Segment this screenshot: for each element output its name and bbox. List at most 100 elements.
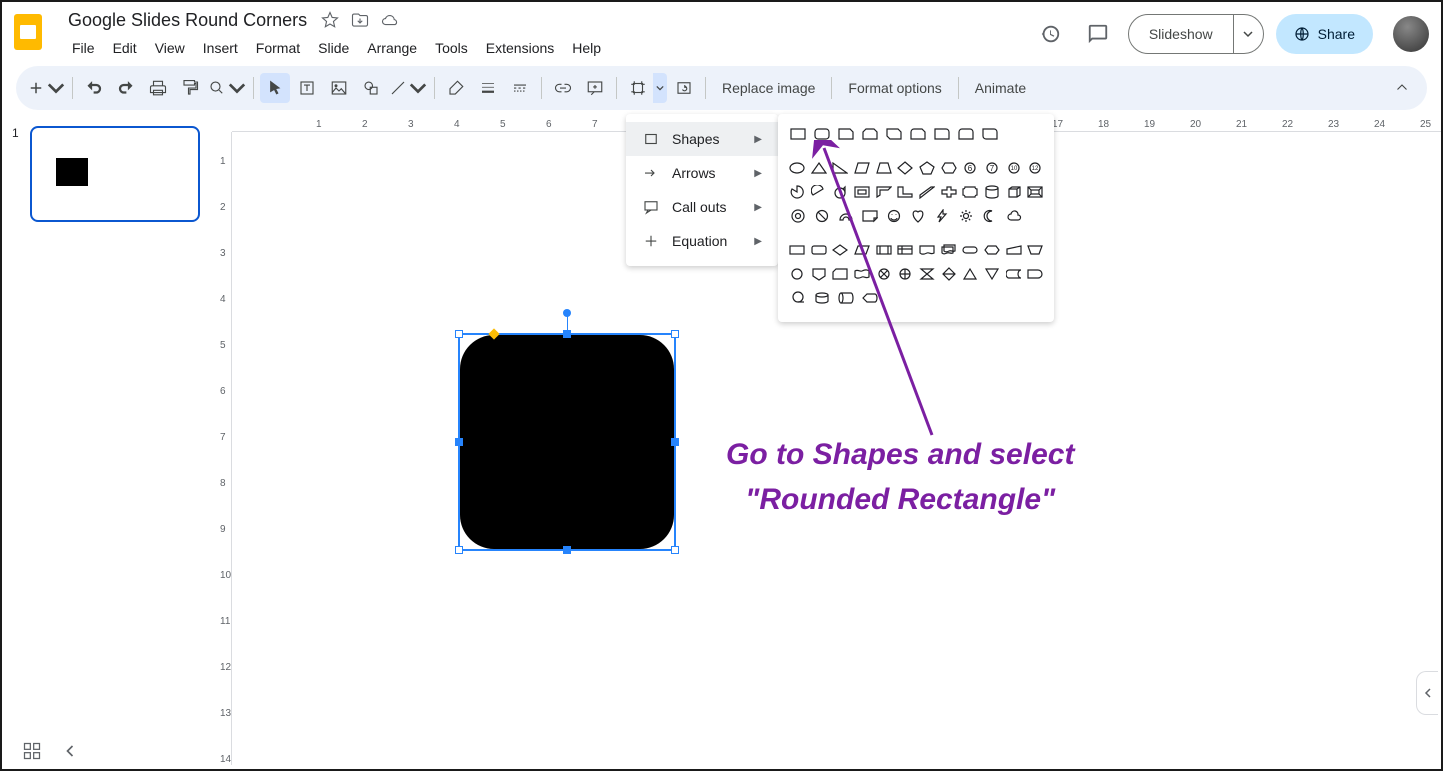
slideshow-button[interactable]: Slideshow <box>1129 15 1233 53</box>
shape-pie[interactable] <box>788 182 806 202</box>
shape-block-arc[interactable] <box>836 206 856 226</box>
animate-button[interactable]: Animate <box>965 80 1036 96</box>
shape-folded-corner[interactable] <box>860 206 880 226</box>
shape-flowchart-data[interactable] <box>853 240 871 260</box>
replace-image-button[interactable]: Replace image <box>712 80 825 96</box>
shape-flowchart-alt-process[interactable] <box>810 240 828 260</box>
resize-handle-mr[interactable] <box>671 438 679 446</box>
document-title[interactable]: Google Slides Round Corners <box>64 8 311 33</box>
history-icon[interactable] <box>1032 16 1068 52</box>
corner-adjust-handle[interactable] <box>488 328 499 339</box>
shape-round-diag[interactable] <box>980 124 1000 144</box>
shape-flowchart-terminator[interactable] <box>961 240 979 260</box>
mask-menu-equation[interactable]: Equation ▶ <box>626 224 778 258</box>
shape-flowchart-display[interactable] <box>860 288 880 308</box>
shape-rectangle[interactable] <box>788 124 808 144</box>
grid-view-icon[interactable] <box>22 741 42 761</box>
shape-flowchart-tape[interactable] <box>853 264 871 284</box>
shape-flowchart-collate[interactable] <box>918 264 936 284</box>
comment-icon[interactable] <box>1080 16 1116 52</box>
reset-image-button[interactable] <box>669 73 699 103</box>
shape-frame[interactable] <box>853 182 871 202</box>
border-dash-button[interactable] <box>505 73 535 103</box>
share-button[interactable]: Share <box>1276 14 1373 54</box>
shape-snip-round[interactable] <box>908 124 928 144</box>
shape-donut[interactable] <box>788 206 808 226</box>
menu-view[interactable]: View <box>147 36 193 60</box>
format-options-button[interactable]: Format options <box>838 80 951 96</box>
border-weight-button[interactable] <box>473 73 503 103</box>
shape-flowchart-magnetic-disk[interactable] <box>812 288 832 308</box>
shape-flowchart-delay[interactable] <box>1026 264 1044 284</box>
menu-slide[interactable]: Slide <box>310 36 357 60</box>
shape-flowchart-document[interactable] <box>918 240 936 260</box>
shape-flowchart-connector[interactable] <box>788 264 806 284</box>
menu-format[interactable]: Format <box>248 36 308 60</box>
shape-flowchart-process[interactable] <box>788 240 806 260</box>
cloud-saved-icon[interactable] <box>381 11 399 29</box>
shape-flowchart-internal[interactable] <box>896 240 914 260</box>
resize-handle-ml[interactable] <box>455 438 463 446</box>
shape-heart[interactable] <box>908 206 928 226</box>
mask-menu-callouts[interactable]: Call outs ▶ <box>626 190 778 224</box>
shape-flowchart-extract[interactable] <box>961 264 979 284</box>
shape-flowchart-card[interactable] <box>831 264 849 284</box>
shape-bevel[interactable] <box>1026 182 1044 202</box>
resize-handle-bl[interactable] <box>455 546 463 554</box>
shape-plaque[interactable] <box>961 182 979 202</box>
shape-flowchart-manual-op[interactable] <box>1026 240 1044 260</box>
new-slide-button[interactable] <box>26 73 66 103</box>
shape-flowchart-preparation[interactable] <box>983 240 1001 260</box>
shape-hexagon[interactable] <box>940 158 958 178</box>
shape-flowchart-manual-input[interactable] <box>1005 240 1023 260</box>
shape-cube[interactable] <box>1005 182 1023 202</box>
shape-chord[interactable] <box>810 182 828 202</box>
link-button[interactable] <box>548 73 578 103</box>
shape-diag-stripe[interactable] <box>918 182 936 202</box>
shape-tool[interactable] <box>356 73 386 103</box>
star-icon[interactable] <box>321 11 339 29</box>
resize-handle-bm[interactable] <box>563 546 571 554</box>
textbox-tool[interactable] <box>292 73 322 103</box>
shape-lightning[interactable] <box>932 206 952 226</box>
menu-file[interactable]: File <box>64 36 103 60</box>
side-panel-toggle[interactable] <box>1416 671 1438 715</box>
shape-right-triangle[interactable] <box>831 158 849 178</box>
shape-no-symbol[interactable] <box>812 206 832 226</box>
chevron-left-icon[interactable] <box>60 741 80 761</box>
shape-flowchart-direct-access[interactable] <box>836 288 856 308</box>
shape-diamond[interactable] <box>896 158 914 178</box>
shape-trapezoid[interactable] <box>875 158 893 178</box>
shape-round-same[interactable] <box>956 124 976 144</box>
shape-can[interactable] <box>983 182 1001 202</box>
menu-edit[interactable]: Edit <box>105 36 145 60</box>
redo-button[interactable] <box>111 73 141 103</box>
shape-flowchart-merge[interactable] <box>983 264 1001 284</box>
shape-snip-same[interactable] <box>860 124 880 144</box>
shape-half-frame[interactable] <box>875 182 893 202</box>
resize-handle-tr[interactable] <box>671 330 679 338</box>
zoom-button[interactable] <box>207 73 247 103</box>
shape-sun[interactable] <box>956 206 976 226</box>
resize-handle-tm[interactable] <box>563 330 571 338</box>
resize-handle-br[interactable] <box>671 546 679 554</box>
image-tool[interactable] <box>324 73 354 103</box>
shape-triangle[interactable] <box>810 158 828 178</box>
selected-shape[interactable] <box>460 335 674 549</box>
shape-cloud[interactable] <box>1004 206 1024 226</box>
shape-flowchart-multidoc[interactable] <box>940 240 958 260</box>
move-folder-icon[interactable] <box>351 11 369 29</box>
shape-round-single[interactable] <box>932 124 952 144</box>
shape-parallelogram[interactable] <box>853 158 871 178</box>
undo-button[interactable] <box>79 73 109 103</box>
shape-flowchart-sort[interactable] <box>940 264 958 284</box>
menu-arrange[interactable]: Arrange <box>359 36 425 60</box>
shape-flowchart-or[interactable] <box>896 264 914 284</box>
user-avatar[interactable] <box>1393 16 1429 52</box>
shape-heptagon[interactable]: 6 <box>961 158 979 178</box>
shape-flowchart-junction[interactable] <box>875 264 893 284</box>
shape-l-shape[interactable] <box>896 182 914 202</box>
add-comment-button[interactable] <box>580 73 610 103</box>
slide-thumbnail[interactable] <box>30 126 200 222</box>
shape-snip-single[interactable] <box>836 124 856 144</box>
